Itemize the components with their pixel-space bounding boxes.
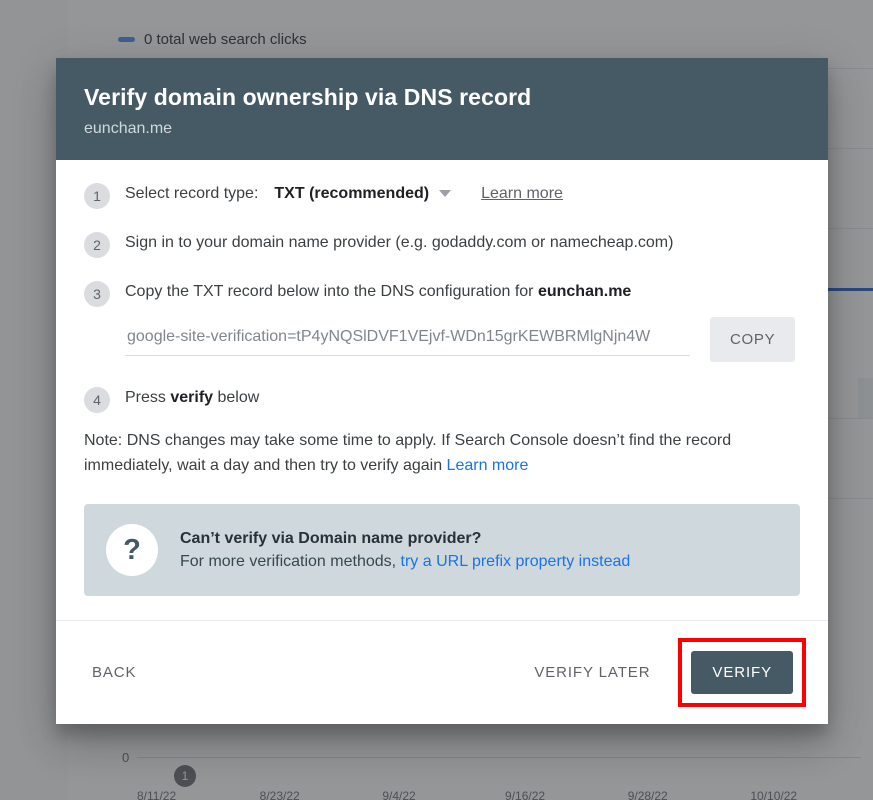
verify-button-highlight: VERIFY: [678, 638, 806, 707]
record-type-select[interactable]: TXT (recommended): [274, 182, 451, 206]
step-1-label: Select record type:: [125, 182, 258, 206]
dns-note: Note: DNS changes may take some time to …: [84, 429, 800, 479]
help-panel-text: Can’t verify via Domain name provider? F…: [180, 527, 630, 573]
dialog-body: 1 Select record type: TXT (recommended) …: [56, 160, 828, 621]
record-type-value: TXT (recommended): [274, 182, 429, 206]
url-prefix-property-link[interactable]: try a URL prefix property instead: [401, 553, 631, 570]
txt-record-input[interactable]: [125, 322, 690, 356]
step-4-emphasis: verify: [170, 389, 213, 406]
dialog-subtitle-domain: eunchan.me: [84, 119, 800, 138]
learn-more-link-record-type[interactable]: Learn more: [481, 182, 563, 206]
step-1-content: Select record type: TXT (recommended) Le…: [125, 182, 563, 206]
step-4-text-prefix: Press: [125, 389, 170, 406]
dialog-header: Verify domain ownership via DNS record e…: [56, 58, 828, 160]
step-4-badge: 4: [84, 387, 110, 413]
step-2-row: 2 Sign in to your domain name provider (…: [84, 231, 800, 258]
step-2-badge: 2: [84, 232, 110, 258]
step-1-badge: 1: [84, 183, 110, 209]
step-3-text-prefix: Copy the TXT record below into the DNS c…: [125, 283, 538, 300]
verify-domain-dialog: Verify domain ownership via DNS record e…: [56, 58, 828, 724]
help-panel: ? Can’t verify via Domain name provider?…: [84, 504, 800, 596]
step-3-row: 3 Copy the TXT record below into the DNS…: [84, 280, 800, 307]
question-mark-icon: ?: [106, 524, 158, 576]
help-panel-title: Can’t verify via Domain name provider?: [180, 527, 630, 550]
step-3-text: Copy the TXT record below into the DNS c…: [125, 280, 631, 304]
verify-later-button[interactable]: VERIFY LATER: [520, 653, 664, 692]
step-2-text: Sign in to your domain name provider (e.…: [125, 231, 673, 255]
step-3-domain: eunchan.me: [538, 283, 631, 300]
copy-button[interactable]: COPY: [710, 317, 795, 362]
verify-button[interactable]: VERIFY: [691, 651, 793, 694]
dialog-title: Verify domain ownership via DNS record: [84, 84, 800, 112]
step-3-badge: 3: [84, 281, 110, 307]
step-4-text: Press verify below: [125, 386, 259, 410]
learn-more-link-note[interactable]: Learn more: [447, 457, 529, 474]
chevron-down-icon: [439, 190, 451, 197]
dns-note-text: Note: DNS changes may take some time to …: [84, 432, 731, 474]
step-4-text-suffix: below: [213, 389, 259, 406]
record-value-row: COPY: [125, 317, 800, 362]
back-button[interactable]: BACK: [78, 653, 150, 692]
step-1-row: 1 Select record type: TXT (recommended) …: [84, 182, 800, 209]
dialog-footer: BACK VERIFY LATER VERIFY: [56, 620, 828, 724]
help-panel-subtitle: For more verification methods, try a URL…: [180, 550, 630, 573]
help-panel-subtitle-prefix: For more verification methods,: [180, 553, 401, 570]
step-4-row: 4 Press verify below: [84, 386, 800, 413]
question-mark-glyph: ?: [123, 536, 141, 565]
